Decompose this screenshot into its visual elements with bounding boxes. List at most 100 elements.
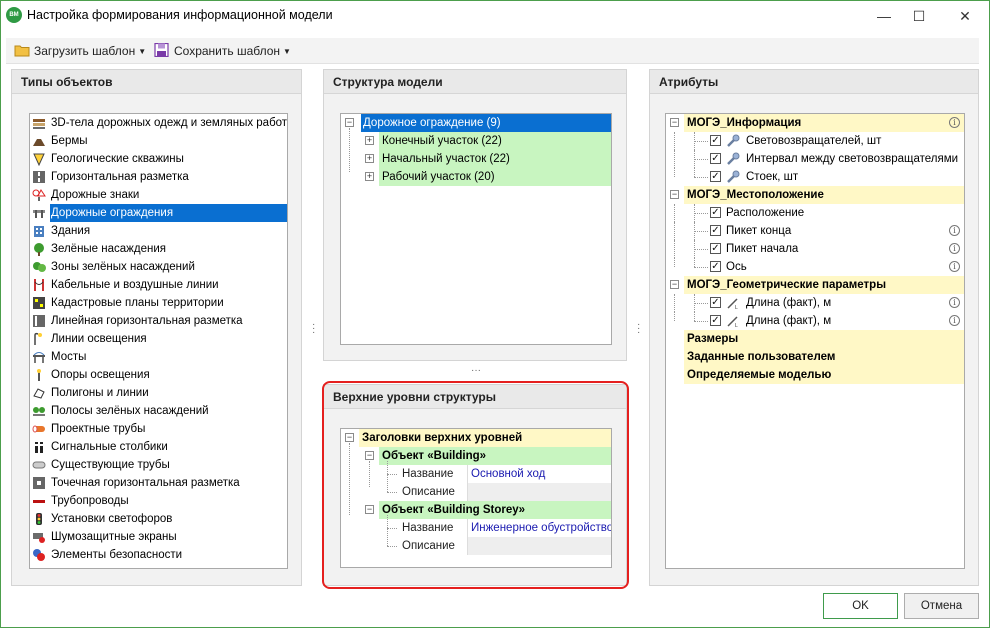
bridge-icon (33, 352, 45, 363)
object-type-item[interactable]: Сигнальные столбики (30, 438, 287, 456)
info-icon[interactable]: i (949, 243, 960, 254)
object-type-item[interactable]: Полигоны и линии (30, 384, 287, 402)
object-type-label: Бермы (51, 135, 88, 147)
info-icon[interactable]: i (949, 315, 960, 326)
attribute-item-row[interactable]: ✓ L Длина (факт), м i (666, 312, 964, 330)
object-type-item[interactable]: Опоры освещения (30, 366, 287, 384)
attribute-item-row[interactable]: ✓ Пикет начала i (666, 240, 964, 258)
wrench-icon (727, 170, 740, 183)
expand-icon[interactable]: + (365, 172, 374, 181)
object-type-item[interactable]: Дорожные ограждения (30, 204, 287, 222)
object-type-item[interactable]: Элементы безопасности (30, 546, 287, 564)
road-marking-icon (33, 171, 45, 183)
object-type-item[interactable]: Бермы (30, 132, 287, 150)
info-icon[interactable]: i (949, 297, 960, 308)
object-type-item[interactable]: Проектные трубы (30, 420, 287, 438)
object-type-item[interactable]: 3D-тела дорожных одежд и земляных работ (30, 114, 287, 132)
structure-child-row[interactable]: + Рабочий участок (20) (341, 168, 611, 186)
object-type-label: Кадастровые планы территории (51, 297, 224, 309)
attribute-checkbox[interactable]: ✓ (710, 315, 721, 326)
attribute-checkbox[interactable]: ✓ (710, 297, 721, 308)
info-icon[interactable]: i (949, 117, 960, 128)
attribute-item-row[interactable]: ✓ L Длина (факт), м i (666, 294, 964, 312)
attribute-checkbox[interactable]: ✓ (710, 171, 721, 182)
collapse-icon[interactable]: − (345, 118, 354, 127)
object-type-item[interactable]: Дорожные знаки (30, 186, 287, 204)
attribute-group-row[interactable]: Заданные пользователем (666, 348, 964, 366)
info-icon[interactable]: i (949, 261, 960, 272)
object-type-item[interactable]: Шумозащитные экраны (30, 528, 287, 546)
info-icon[interactable]: i (949, 225, 960, 236)
collapse-icon[interactable]: − (670, 190, 679, 199)
attribute-group-label: МОГЭ_Информация (684, 114, 964, 132)
attribute-group-row[interactable]: Размеры (666, 330, 964, 348)
save-template-button[interactable]: Сохранить шаблон ▼ (152, 42, 291, 60)
object-type-item[interactable]: Линейная горизонтальная разметка (30, 312, 287, 330)
model-structure-tree[interactable]: − Дорожное ограждение (9) + Конечный уча… (340, 113, 612, 345)
attribute-item-row[interactable]: ✓ Пикет конца i (666, 222, 964, 240)
attributes-tree[interactable]: − МОГЭ_Информация i ✓ Световозвращателей, шт… (665, 113, 965, 569)
expand-icon[interactable]: + (365, 136, 374, 145)
attribute-label: Длина (факт), м (746, 297, 832, 309)
object-type-item[interactable]: Здания (30, 222, 287, 240)
attribute-label: Пикет конца (726, 225, 792, 237)
attribute-group-row[interactable]: Определяемые моделью (666, 366, 964, 384)
splitter-grip[interactable]: · · · (312, 320, 315, 338)
tree-connector (694, 258, 695, 267)
attribute-item-row[interactable]: ✓ Расположение (666, 204, 964, 222)
object-type-item[interactable]: Кабельные и воздушные линии (30, 276, 287, 294)
attribute-item-row[interactable]: ✓ Ось i (666, 258, 964, 276)
attributes-header: Атрибуты (650, 70, 978, 94)
structure-child-row[interactable]: + Конечный участок (22) (341, 132, 611, 150)
splitter-grip-horizontal[interactable]: ··· (471, 365, 481, 376)
guardrail-icon (33, 210, 45, 218)
collapse-icon[interactable]: − (670, 118, 679, 127)
safety-icon (33, 549, 45, 561)
structure-root-row[interactable]: − Дорожное ограждение (9) (341, 114, 611, 132)
attribute-checkbox[interactable]: ✓ (710, 243, 721, 254)
splitter-grip[interactable]: · · · (637, 320, 640, 338)
minimize-button[interactable]: — (870, 4, 898, 28)
object-type-item[interactable]: Линии освещения (30, 330, 287, 348)
attribute-checkbox[interactable]: ✓ (710, 207, 721, 218)
cancel-button[interactable]: Отмена (904, 593, 979, 619)
tree-connector (674, 150, 675, 168)
attribute-item-row[interactable]: ✓ Стоек, шт (666, 168, 964, 186)
dialog-window: BM Настройка формирования информационной… (0, 0, 990, 628)
attribute-group-row[interactable]: − МОГЭ_Местоположение (666, 186, 964, 204)
object-type-label: Точечная горизонтальная разметка (51, 477, 240, 489)
building-icon (34, 226, 44, 237)
object-type-item[interactable]: Горизонтальная разметка (30, 168, 287, 186)
object-type-item[interactable]: Точечная горизонтальная разметка (30, 474, 287, 492)
maximize-button[interactable]: ☐ (905, 4, 933, 28)
object-type-item[interactable]: Кадастровые планы территории (30, 294, 287, 312)
svg-text:L: L (735, 305, 738, 310)
attribute-checkbox[interactable]: ✓ (710, 135, 721, 146)
object-type-item[interactable]: Трубопроводы (30, 492, 287, 510)
cable-icon (34, 279, 44, 291)
close-button[interactable]: ✕ (951, 4, 979, 28)
object-type-item[interactable]: Существующие трубы (30, 456, 287, 474)
object-type-item[interactable]: Геологические скважины (30, 150, 287, 168)
attribute-checkbox[interactable]: ✓ (710, 261, 721, 272)
object-type-item[interactable]: Зоны зелёных насаждений (30, 258, 287, 276)
attribute-item-row[interactable]: ✓ Световозвращателей, шт (666, 132, 964, 150)
noise-barrier-icon (33, 533, 45, 543)
attribute-checkbox[interactable]: ✓ (710, 225, 721, 236)
object-types-list[interactable]: 3D-тела дорожных одежд и земляных работ Б… (29, 113, 288, 569)
object-type-item[interactable]: Зелёные насаждения (30, 240, 287, 258)
attribute-group-row[interactable]: − МОГЭ_Геометрические параметры (666, 276, 964, 294)
lighting-line-icon (34, 332, 42, 345)
attribute-checkbox[interactable]: ✓ (710, 153, 721, 164)
object-type-item[interactable]: Установки светофоров (30, 510, 287, 528)
attribute-label: Длина (факт), м (746, 315, 832, 327)
attribute-group-row[interactable]: − МОГЭ_Информация i (666, 114, 964, 132)
attribute-item-row[interactable]: ✓ Интервал между световозвращателями (666, 150, 964, 168)
object-type-item[interactable]: Полосы зелёных насаждений (30, 402, 287, 420)
expand-icon[interactable]: + (365, 154, 374, 163)
ok-button[interactable]: OK (823, 593, 898, 619)
structure-child-row[interactable]: + Начальный участок (22) (341, 150, 611, 168)
collapse-icon[interactable]: − (670, 280, 679, 289)
object-type-item[interactable]: Мосты (30, 348, 287, 366)
load-template-button[interactable]: Загрузить шаблон ▼ (12, 42, 146, 60)
